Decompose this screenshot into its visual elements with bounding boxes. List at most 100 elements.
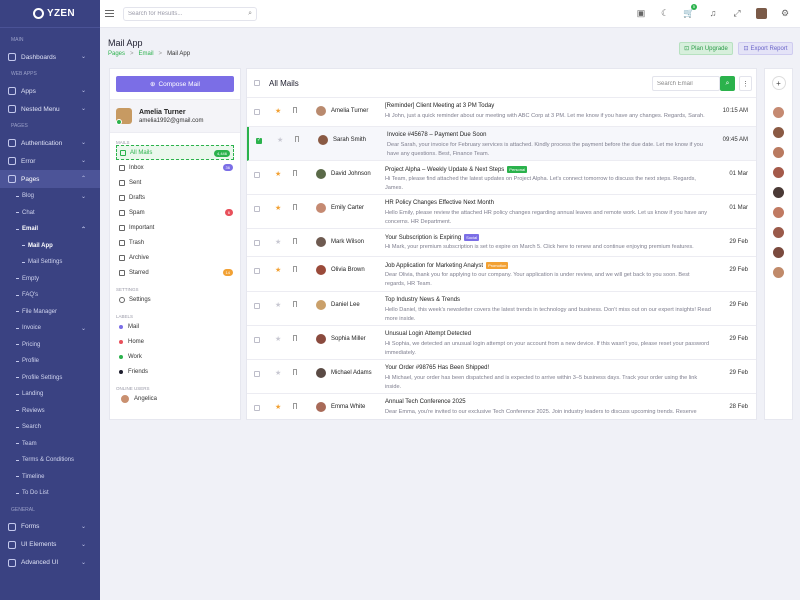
folder-all-mails[interactable]: All Mails 4,446	[116, 145, 234, 160]
sidebar-item-pages[interactable]: Pages ⌃	[0, 170, 100, 188]
mail-checkbox[interactable]	[256, 137, 262, 144]
cart-icon[interactable]: 🛒 5	[682, 4, 697, 20]
bookmark-icon[interactable]	[293, 301, 297, 307]
sidebar-item-landing[interactable]: Landing	[0, 386, 100, 403]
star-icon[interactable]: ★	[275, 107, 281, 115]
mail-row[interactable]: ★ Michael Adams Your Order #98765 Has Been…	[247, 360, 756, 394]
mail-row[interactable]: ★ Emily Carter HR Policy Changes Effective…	[247, 195, 756, 229]
bell-icon[interactable]: ♫	[706, 6, 720, 20]
mail-checkbox[interactable]	[254, 206, 260, 212]
mail-checkbox[interactable]	[254, 172, 260, 178]
breadcrumb-email[interactable]: Email	[139, 51, 154, 57]
sidebar-item-team[interactable]: Team	[0, 436, 100, 453]
sidebar-item-ui-elements[interactable]: UI Elements ⌄	[0, 536, 100, 554]
sidebar-item-dashboards[interactable]: Dashboards ⌄	[0, 48, 100, 66]
bookmark-icon[interactable]	[293, 403, 297, 409]
star-icon[interactable]: ★	[275, 170, 281, 178]
mail-row[interactable]: ★ David Johnson Project Alpha – Weekly Upd…	[247, 161, 756, 195]
email-search[interactable]	[652, 76, 720, 91]
folder-spam[interactable]: Spam 6	[110, 205, 240, 220]
sidebar-item-authentication[interactable]: Authentication ⌄	[0, 134, 100, 152]
star-icon[interactable]: ★	[275, 204, 281, 212]
folder-starred[interactable]: Starred 14	[110, 265, 240, 280]
sidebar-item-file-manager[interactable]: File Manager	[0, 304, 100, 321]
mail-checkbox[interactable]	[254, 268, 260, 274]
sidebar-item-mail-settings[interactable]: Mail Settings	[0, 254, 100, 271]
search-button[interactable]: ⌕	[720, 76, 735, 91]
add-contact-button[interactable]: +	[771, 76, 786, 90]
export-report-button[interactable]: ⊡ Export Report	[738, 42, 793, 55]
sidebar-item-nested-menu[interactable]: Nested Menu ⌄	[0, 100, 100, 118]
mail-checkbox[interactable]	[254, 109, 260, 115]
star-icon[interactable]: ★	[275, 238, 281, 246]
sidebar-item-forms[interactable]: Forms ⌄	[0, 518, 100, 536]
bookmark-icon[interactable]	[295, 136, 299, 142]
mail-checkbox[interactable]	[254, 303, 260, 309]
folder-important[interactable]: Important	[110, 220, 240, 235]
mail-checkbox[interactable]	[254, 240, 260, 246]
fullscreen-icon[interactable]: ⤢	[730, 6, 744, 20]
folder-trash[interactable]: Trash	[110, 235, 240, 250]
brand-logo[interactable]: YZEN	[0, 0, 100, 28]
sidebar-item-profile-settings[interactable]: Profile Settings	[0, 370, 100, 387]
menu-toggle-icon[interactable]	[105, 10, 114, 17]
bookmark-icon[interactable]	[293, 170, 297, 176]
folder-inbox[interactable]: Inbox 36	[110, 160, 240, 175]
sidebar-item-todo[interactable]: To Do List	[0, 485, 100, 502]
gear-icon[interactable]: ⚙	[778, 6, 792, 20]
sidebar-item-profile[interactable]: Profile	[0, 353, 100, 370]
bookmark-icon[interactable]	[293, 204, 297, 210]
label-friends[interactable]: Friends	[110, 364, 240, 379]
star-icon[interactable]: ★	[275, 301, 281, 309]
sidebar-item-advanced-ui[interactable]: Advanced UI ⌄	[0, 554, 100, 572]
mail-row[interactable]: ★ Amelia Turner [Reminder] Client Meeting …	[247, 98, 756, 127]
sidebar-item-chat[interactable]: Chat	[0, 205, 100, 222]
breadcrumb-pages[interactable]: Pages	[108, 51, 125, 57]
contact-avatar[interactable]	[773, 207, 784, 218]
bookmark-icon[interactable]	[293, 369, 297, 375]
mail-row[interactable]: ★ Daniel Lee Top Industry News & Trends Hel…	[247, 292, 756, 326]
sidebar-item-empty[interactable]: Empty	[0, 271, 100, 288]
mail-row[interactable]: ★ Olivia Brown Job Application for Marketi…	[247, 257, 756, 292]
sidebar-item-invoice[interactable]: Invoice ⌄	[0, 320, 100, 337]
online-user[interactable]: Angelica	[110, 391, 240, 406]
select-all-checkbox[interactable]	[254, 80, 260, 86]
folder-archive[interactable]: Archive	[110, 250, 240, 265]
sidebar-item-email[interactable]: Email ⌃	[0, 221, 100, 238]
folder-sent[interactable]: Sent	[110, 175, 240, 190]
bookmark-icon[interactable]	[293, 107, 297, 113]
label-home[interactable]: Home	[110, 334, 240, 349]
user-avatar[interactable]	[754, 6, 768, 20]
label-mail[interactable]: Mail	[110, 319, 240, 334]
sidebar-item-timeline[interactable]: Timeline	[0, 469, 100, 486]
global-search-input[interactable]	[128, 10, 249, 17]
sidebar-item-apps[interactable]: Apps ⌄	[0, 82, 100, 100]
sidebar-item-error[interactable]: Error ⌄	[0, 152, 100, 170]
bookmark-icon[interactable]	[293, 238, 297, 244]
sidebar-item-faqs[interactable]: FAQ's	[0, 287, 100, 304]
moon-icon[interactable]: ☾	[658, 6, 672, 20]
more-options-button[interactable]: ⋮	[739, 76, 752, 91]
contact-avatar[interactable]	[773, 167, 784, 178]
global-search[interactable]: ⌕	[123, 6, 257, 21]
folder-drafts[interactable]: Drafts	[110, 190, 240, 205]
sidebar-item-pricing[interactable]: Pricing	[0, 337, 100, 354]
contact-avatar[interactable]	[773, 267, 784, 278]
sidebar-item-reviews[interactable]: Reviews	[0, 403, 100, 420]
mail-checkbox[interactable]	[254, 405, 260, 411]
mail-checkbox[interactable]	[254, 371, 260, 377]
search-icon[interactable]: ⌕	[248, 10, 252, 18]
sidebar-item-terms[interactable]: Terms & Conditions	[0, 452, 100, 469]
mail-row[interactable]: ★ Emma White Annual Tech Conference 2025 De…	[247, 394, 756, 419]
sidebar-item-blog[interactable]: Blog ⌄	[0, 188, 100, 205]
star-icon[interactable]: ★	[275, 335, 281, 343]
star-icon[interactable]: ★	[275, 266, 281, 274]
contact-avatar[interactable]	[773, 107, 784, 118]
plan-upgrade-button[interactable]: ⊡ Plan Upgrade	[679, 42, 733, 55]
contact-avatar[interactable]	[773, 187, 784, 198]
sidebar-item-mail-app[interactable]: Mail App	[0, 238, 100, 255]
language-icon[interactable]: ▣	[634, 6, 648, 20]
bookmark-icon[interactable]	[293, 335, 297, 341]
star-icon[interactable]: ★	[275, 403, 281, 411]
contact-avatar[interactable]	[773, 127, 784, 138]
